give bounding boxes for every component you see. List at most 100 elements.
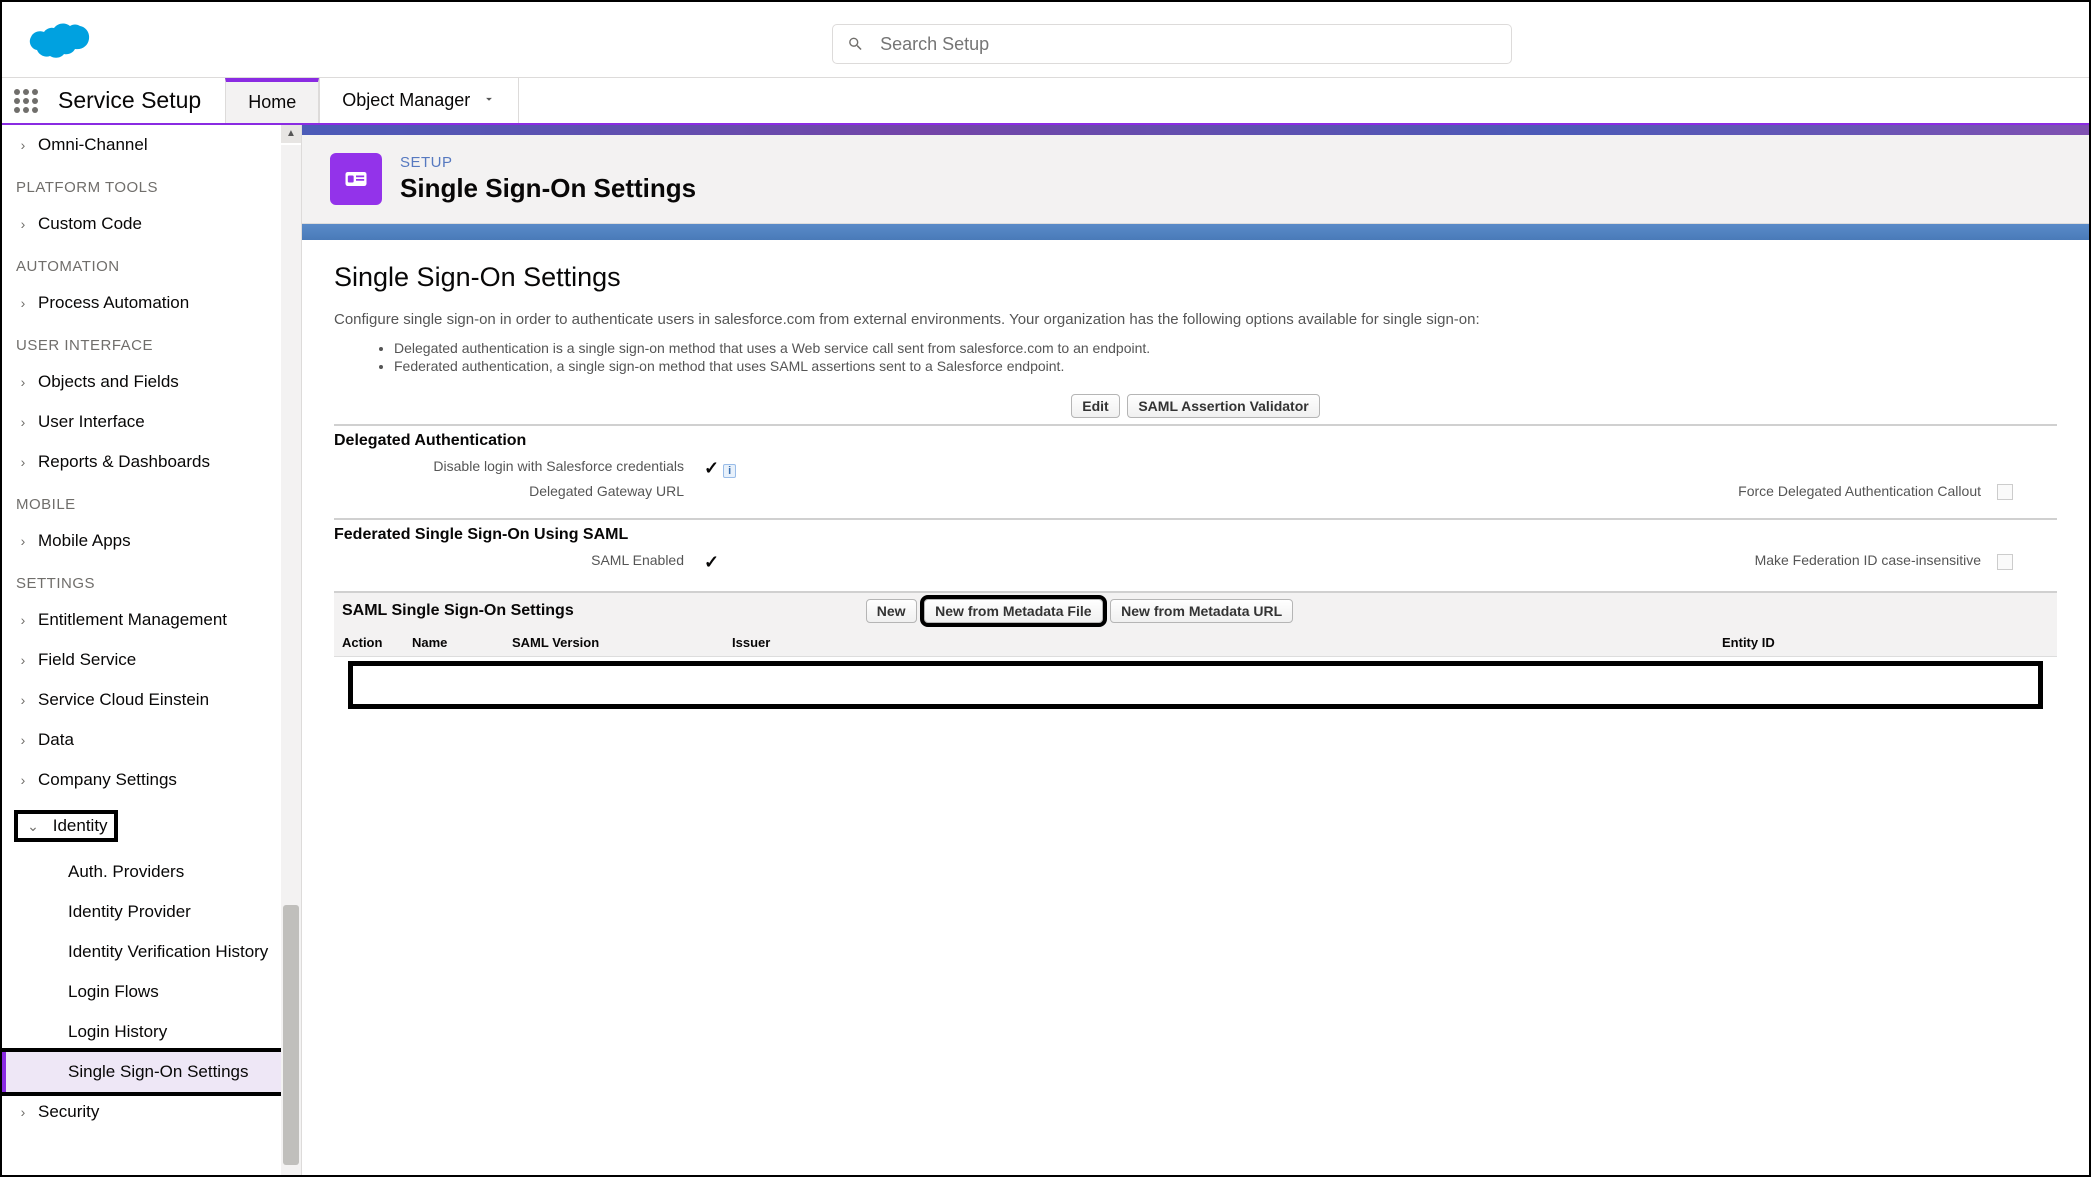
checkmark-icon: ✓ <box>704 552 719 572</box>
sidebar-item-label: Data <box>38 730 74 750</box>
sidebar-group-user-interface: USER INTERFACE <box>2 323 301 362</box>
chevron-right-icon: › <box>14 295 32 311</box>
federated-sso-section: Federated Single Sign-On Using SAML SAML… <box>334 518 2057 573</box>
banner-decoration-top <box>302 125 2089 135</box>
delegated-auth-section: Delegated Authentication Disable login w… <box>334 424 2057 500</box>
tab-label: Object Manager <box>342 90 470 111</box>
sidebar-item-omni-channel[interactable]: › Omni-Channel <box>2 125 301 165</box>
bullet-item: Federated authentication, a single sign-… <box>394 358 2057 374</box>
page-header: SETUP Single Sign-On Settings <box>302 135 2089 224</box>
setup-sidebar: ▲ › Omni-Channel PLATFORM TOOLS ›Custom C… <box>2 125 302 1175</box>
sidebar-item-user-interface[interactable]: › User Interface <box>2 402 301 442</box>
content-heading: Single Sign-On Settings <box>334 262 2057 293</box>
checkmark-icon: ✓ <box>704 458 719 478</box>
sidebar-item-company-settings[interactable]: › Company Settings <box>2 760 301 800</box>
sidebar-sub-single-sign-on-settings[interactable]: Single Sign-On Settings <box>2 1052 301 1092</box>
chevron-right-icon: › <box>14 612 32 628</box>
sidebar-item-label: Entitlement Management <box>38 610 227 630</box>
sidebar-item-label: Identity <box>53 816 108 835</box>
search-input[interactable] <box>880 34 1497 55</box>
column-action: Action <box>334 629 404 657</box>
sidebar-item-label: Mobile Apps <box>38 531 131 551</box>
chevron-right-icon: › <box>14 454 32 470</box>
chevron-right-icon: › <box>14 772 32 788</box>
sidebar-item-label: Process Automation <box>38 293 189 313</box>
tab-label: Home <box>248 92 296 113</box>
sidebar-item-process-automation[interactable]: › Process Automation <box>2 283 301 323</box>
new-from-metadata-file-button[interactable]: New from Metadata File <box>924 599 1102 623</box>
sidebar-group-automation: AUTOMATION <box>2 244 301 283</box>
salesforce-logo <box>28 18 92 62</box>
sidebar-item-custom-code[interactable]: ›Custom Code <box>2 204 301 244</box>
new-from-metadata-url-button[interactable]: New from Metadata URL <box>1110 599 1293 623</box>
breadcrumb: SETUP <box>400 154 696 171</box>
banner-decoration-bottom <box>302 224 2089 240</box>
search-box[interactable] <box>832 24 1512 64</box>
search-icon <box>847 35 864 53</box>
main-content: SETUP Single Sign-On Settings Single Sig… <box>302 125 2089 1175</box>
empty-highlight-box <box>348 661 2043 709</box>
sidebar-sub-auth-providers[interactable]: Auth. Providers <box>2 852 301 892</box>
chevron-right-icon: › <box>14 692 32 708</box>
table-row-empty <box>334 657 2057 714</box>
sidebar-item-security[interactable]: › Security <box>2 1092 301 1132</box>
column-entity-id: Entity ID <box>1714 629 2057 657</box>
tab-home[interactable]: Home <box>225 78 319 123</box>
bullet-item: Delegated authentication is a single sig… <box>394 340 2057 356</box>
chevron-right-icon: › <box>14 652 32 668</box>
info-icon[interactable]: i <box>723 464 736 478</box>
sidebar-group-platform-tools: PLATFORM TOOLS <box>2 165 301 204</box>
sidebar-sub-identity-provider[interactable]: Identity Provider <box>2 892 301 932</box>
sidebar-item-field-service[interactable]: ›Field Service <box>2 640 301 680</box>
force-callout-label: Force Delegated Authentication Callout <box>954 483 1997 500</box>
sidebar-item-identity[interactable]: ⌄ Identity <box>2 800 301 852</box>
sidebar-item-service-cloud-einstein[interactable]: › Service Cloud Einstein <box>2 680 301 720</box>
new-button[interactable]: New <box>866 599 917 623</box>
tab-object-manager[interactable]: Object Manager <box>319 78 519 123</box>
sidebar-item-label: Company Settings <box>38 770 177 790</box>
chevron-right-icon: › <box>14 374 32 390</box>
app-launcher-icon[interactable] <box>2 78 50 123</box>
scrollbar-thumb[interactable] <box>283 905 299 1165</box>
column-issuer: Issuer <box>724 629 1714 657</box>
sidebar-item-entitlement-management[interactable]: › Entitlement Management <box>2 600 301 640</box>
checkbox-unchecked <box>1997 484 2013 500</box>
delegated-gateway-url-label: Delegated Gateway URL <box>334 483 704 500</box>
chevron-right-icon: › <box>14 533 32 549</box>
global-search <box>832 24 1512 64</box>
sidebar-item-data[interactable]: › Data <box>2 720 301 760</box>
app-name: Service Setup <box>50 78 225 123</box>
chevron-down-icon: ⌄ <box>24 818 42 835</box>
app-bar: Service Setup Home Object Manager <box>2 78 2089 125</box>
saml-enabled-label: SAML Enabled <box>334 552 704 573</box>
sidebar-item-reports-dashboards[interactable]: › Reports & Dashboards <box>2 442 301 482</box>
id-card-icon <box>330 153 382 205</box>
sidebar-sub-identity-verification-history[interactable]: Identity Verification History <box>2 932 301 972</box>
section-title: Federated Single Sign-On Using SAML <box>334 526 2057 544</box>
column-name: Name <box>404 629 504 657</box>
chevron-right-icon: › <box>14 414 32 430</box>
chevron-right-icon: › <box>14 216 32 232</box>
delegated-gateway-url-value <box>704 483 954 500</box>
chevron-right-icon: › <box>14 732 32 748</box>
sidebar-item-objects-fields[interactable]: › Objects and Fields <box>2 362 301 402</box>
sidebar-item-label: User Interface <box>38 412 145 432</box>
scroll-up-icon[interactable]: ▲ <box>281 125 301 143</box>
saml-sso-settings-section: SAML Single Sign-On Settings New New fro… <box>334 591 2057 713</box>
edit-button[interactable]: Edit <box>1071 394 1119 418</box>
sidebar-item-label: Security <box>38 1102 99 1122</box>
sidebar-sub-login-history[interactable]: Login History <box>2 1012 301 1052</box>
sidebar-sub-login-flows[interactable]: Login Flows <box>2 972 301 1012</box>
scrollbar-track[interactable] <box>281 145 301 1175</box>
sidebar-item-label: Reports & Dashboards <box>38 452 210 472</box>
sidebar-item-label: Service Cloud Einstein <box>38 690 209 710</box>
sidebar-item-label: Objects and Fields <box>38 372 179 392</box>
intro-bullets: Delegated authentication is a single sig… <box>394 340 2057 374</box>
sidebar-item-mobile-apps[interactable]: › Mobile Apps <box>2 521 301 561</box>
saml-assertion-validator-button[interactable]: SAML Assertion Validator <box>1127 394 1319 418</box>
sidebar-item-label: Omni-Channel <box>38 135 148 155</box>
chevron-right-icon: › <box>14 137 32 153</box>
global-header <box>2 2 2089 78</box>
page-title: Single Sign-On Settings <box>400 173 696 204</box>
chevron-right-icon: › <box>14 1104 32 1120</box>
